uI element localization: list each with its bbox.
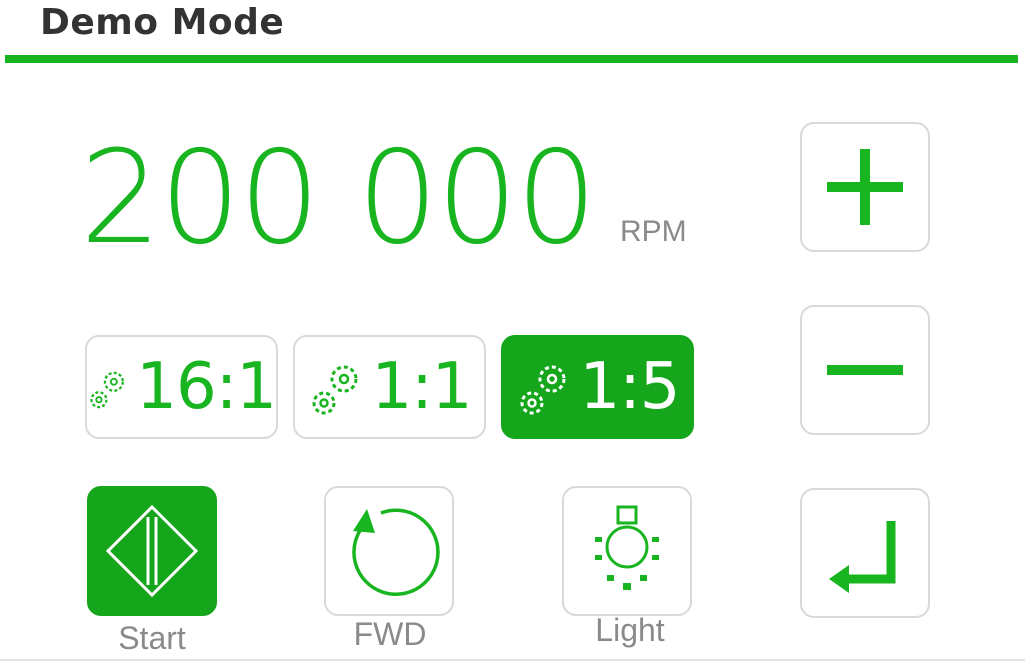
ratio-button-16-1[interactable]: 16:1: [85, 335, 278, 439]
start-label: Start: [118, 620, 186, 656]
light-label: Light: [595, 612, 665, 648]
direction-button[interactable]: [324, 486, 454, 616]
ratio-label: 1:1: [371, 350, 473, 424]
enter-button[interactable]: [800, 488, 930, 618]
rpm-value: 200 000: [80, 124, 597, 273]
gears-icon: [90, 371, 124, 409]
enter-icon: [829, 521, 896, 593]
footer-divider: [0, 659, 1025, 661]
start-diamond-icon: [105, 504, 199, 598]
header-divider: [5, 55, 1018, 63]
decrease-button[interactable]: [800, 305, 930, 435]
plus-icon: [827, 149, 903, 225]
direction-label: FWD: [353, 616, 427, 652]
page-title: Demo Mode: [40, 2, 285, 43]
gears-icon: [520, 365, 565, 415]
ratio-button-1-5[interactable]: 1:5: [501, 335, 694, 439]
circular-arrow-icon: [352, 508, 440, 596]
minus-icon: [827, 365, 903, 375]
gears-icon: [312, 365, 357, 415]
start-button[interactable]: [87, 486, 217, 616]
ratio-label: 1:5: [579, 350, 681, 424]
light-bulb-icon: [595, 505, 659, 590]
light-button[interactable]: [562, 486, 692, 616]
ratio-button-1-1[interactable]: 1:1: [293, 335, 486, 439]
increase-button[interactable]: [800, 122, 930, 252]
ratio-label: 16:1: [136, 350, 277, 424]
rpm-unit: RPM: [620, 215, 687, 248]
